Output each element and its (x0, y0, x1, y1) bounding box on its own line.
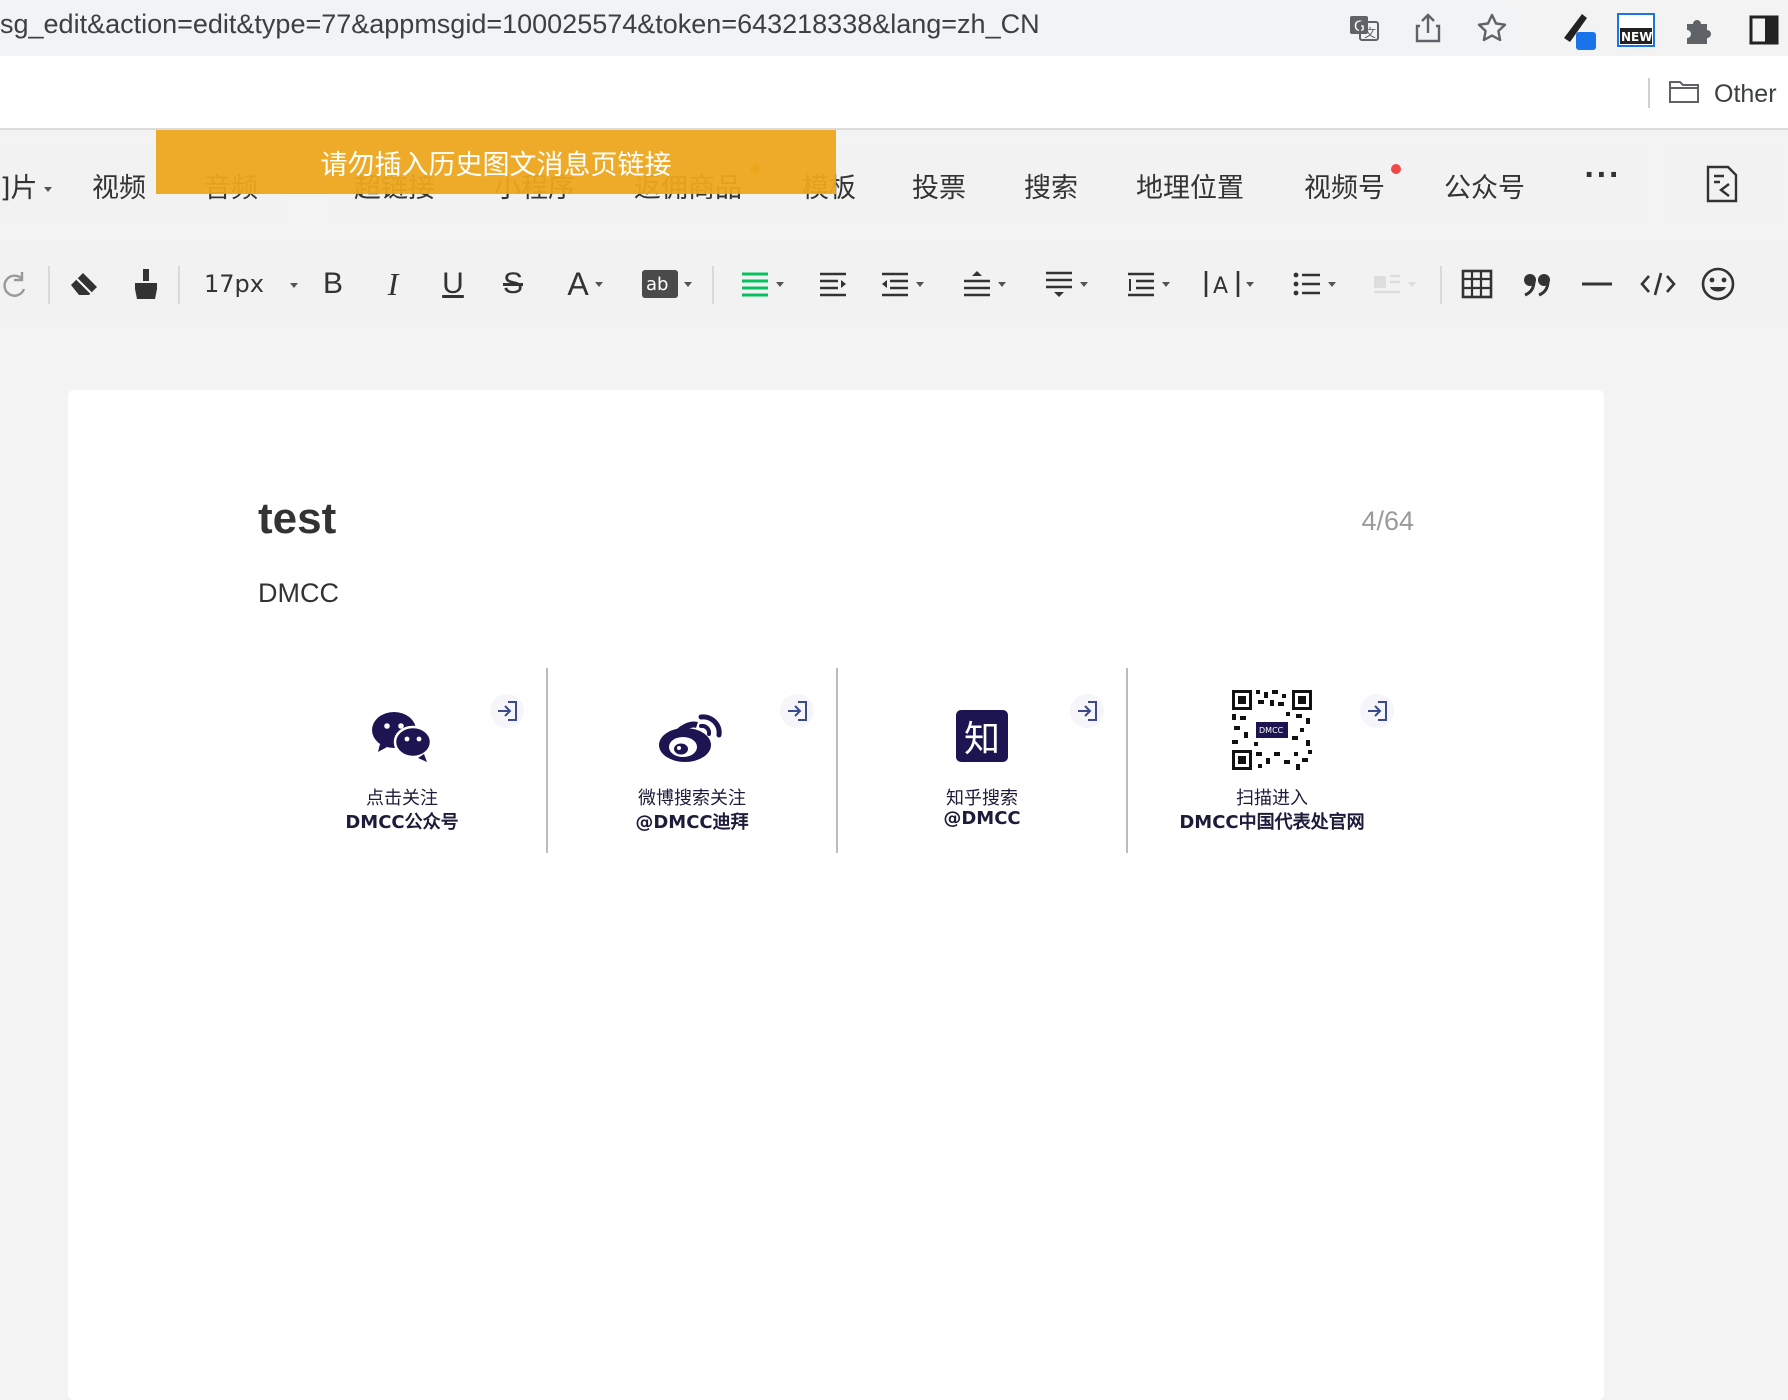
emoji-icon[interactable] (1700, 262, 1736, 306)
float-disabled-icon (1366, 262, 1422, 306)
tab-official-account[interactable]: 公众号 (1444, 166, 1525, 205)
chevron-down-icon (289, 282, 298, 288)
social-follow-block: 点击关注 DMCC公众号 微博搜索关注 @DMCC迪拜 知 知乎搜索 @DMCC… (258, 668, 1414, 853)
article-title-input[interactable]: test (258, 494, 336, 544)
tab-vote[interactable]: 投票 (912, 166, 966, 205)
tab-image[interactable]: ]片 (0, 166, 52, 205)
more-tabs-button[interactable]: ··· (1584, 160, 1621, 191)
table-icon[interactable] (1460, 262, 1494, 306)
side-panel-icon[interactable] (1742, 8, 1786, 52)
code-icon[interactable] (1640, 262, 1676, 306)
paragraph-spacing-bottom-icon[interactable] (1038, 262, 1094, 306)
address-url[interactable]: sg_edit&action=edit&type=77&appmsgid=100… (0, 9, 1040, 40)
font-color-icon[interactable]: A (560, 262, 610, 306)
social-card-wechat: 点击关注 DMCC公众号 (258, 668, 546, 853)
insert-link-icon[interactable] (1070, 694, 1104, 728)
insert-link-icon[interactable] (1360, 694, 1394, 728)
social-line2: DMCC公众号 (345, 812, 459, 833)
social-card-weibo: 微博搜索关注 @DMCC迪拜 (548, 668, 836, 853)
zhihu-icon: 知 (944, 698, 1020, 774)
redo-icon[interactable] (0, 262, 30, 306)
svg-text:DMCC: DMCC (1259, 726, 1284, 735)
other-bookmarks-label: Other (1714, 80, 1777, 108)
social-card-zhihu: 知 知乎搜索 @DMCC (838, 668, 1126, 853)
chevron-down-icon (43, 187, 52, 192)
bookmarks-bar: Other (0, 56, 1788, 130)
eraser-icon[interactable] (64, 262, 104, 306)
indent-icon[interactable] (816, 262, 850, 306)
tab-search[interactable]: 搜索 (1024, 166, 1078, 205)
folder-icon (1668, 78, 1700, 111)
format-toolbar: 17px B I U S A ab A (0, 240, 1788, 328)
underline-icon[interactable]: U (438, 262, 468, 306)
social-line1: 点击关注 (366, 788, 438, 809)
weibo-icon (654, 698, 730, 774)
author-input[interactable]: DMCC (258, 578, 339, 609)
new-extension-icon[interactable]: NEW (1614, 8, 1658, 52)
other-bookmarks[interactable]: Other (1668, 78, 1777, 111)
divider-line-icon[interactable] (1580, 262, 1614, 306)
translate-icon[interactable]: G文 (1344, 8, 1384, 48)
svg-text:NEW: NEW (1621, 30, 1652, 44)
warning-banner: 请勿插入历史图文消息页链接 (156, 130, 836, 194)
align-justify-icon[interactable] (734, 262, 790, 306)
tab-channels[interactable]: 视频号 (1304, 166, 1385, 205)
social-card-website: DMCC 扫描进入 DMCC中国代表处官网 (1128, 668, 1416, 853)
article-editor: test 4/64 DMCC 点击关注 DMCC公众号 微博搜索关注 @DMCC… (68, 390, 1604, 1400)
share-icon[interactable] (1408, 8, 1448, 48)
svg-text:A: A (1213, 274, 1228, 299)
extensions-puzzle-icon[interactable] (1676, 8, 1720, 52)
list-icon[interactable] (1286, 262, 1342, 306)
social-line1: 知乎搜索 (946, 788, 1018, 809)
letter-spacing-icon[interactable]: A (1200, 262, 1258, 306)
outdent-icon[interactable] (874, 262, 930, 306)
tab-location[interactable]: 地理位置 (1136, 166, 1244, 205)
social-line1: 微博搜索关注 (638, 788, 746, 809)
bold-icon[interactable]: B (318, 262, 348, 306)
social-line2: DMCC中国代表处官网 (1179, 812, 1365, 833)
wechat-icon (364, 698, 440, 774)
svg-text:文: 文 (1364, 25, 1376, 40)
social-line2: @DMCC (943, 808, 1021, 829)
new-badge-dot (1391, 164, 1401, 174)
font-size-select[interactable]: 17px (204, 270, 298, 298)
strikethrough-icon[interactable]: S (498, 262, 528, 306)
italic-icon[interactable]: I (378, 262, 408, 306)
qr-code-icon: DMCC (1230, 688, 1314, 772)
mobile-preview-button[interactable] (1666, 148, 1778, 220)
preview-doc-icon (1706, 165, 1738, 203)
paragraph-spacing-top-icon[interactable] (956, 262, 1012, 306)
quote-icon[interactable] (1520, 262, 1554, 306)
bookmarks-divider (1648, 78, 1650, 108)
address-bar[interactable]: sg_edit&action=edit&type=77&appmsgid=100… (0, 0, 1528, 56)
eyedropper-extension-icon[interactable] (1556, 8, 1600, 52)
insert-link-icon[interactable] (490, 694, 524, 728)
highlight-color-icon[interactable]: ab (638, 262, 696, 306)
insert-link-icon[interactable] (780, 694, 814, 728)
title-char-count: 4/64 (1361, 506, 1414, 536)
svg-text:ab: ab (646, 274, 668, 295)
tab-video[interactable]: 视频 (92, 166, 146, 205)
social-line1: 扫描进入 (1236, 788, 1308, 809)
format-painter-icon[interactable] (126, 262, 166, 306)
line-height-icon[interactable] (1120, 262, 1176, 306)
bookmark-star-icon[interactable] (1472, 8, 1512, 48)
social-line2: @DMCC迪拜 (635, 812, 749, 833)
